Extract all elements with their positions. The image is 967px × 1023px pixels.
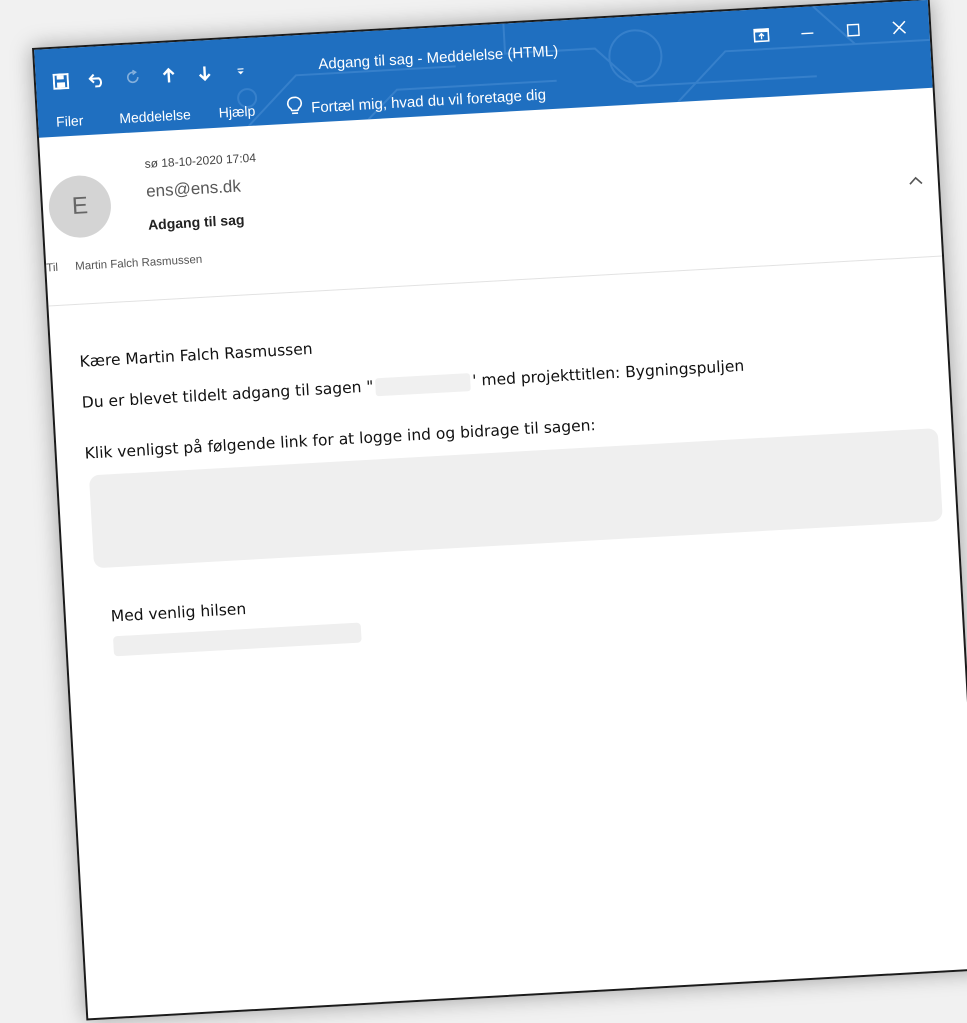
tab-hjaelp[interactable]: Hjælp: [218, 103, 255, 121]
redacted-case-name: [374, 372, 471, 396]
chevron-up-icon[interactable]: [907, 173, 928, 194]
minimize-icon[interactable]: [787, 18, 829, 48]
sender-address[interactable]: ens@ens.dk: [146, 177, 242, 202]
outlook-message-window: Adgang til sag - Meddelelse (HTML) Filer…: [32, 0, 967, 1021]
tab-meddelelse[interactable]: Meddelelse: [119, 106, 191, 126]
greeting-text: Kære Martin Falch Rasmussen: [79, 339, 313, 371]
recipient-row: Til Martin Falch Rasmussen: [46, 254, 203, 275]
access-sentence-suffix: ' med projekttitlen: Bygningspuljen: [471, 356, 745, 390]
maximize-icon[interactable]: [833, 15, 875, 45]
previous-item-icon[interactable]: [157, 64, 180, 87]
save-icon[interactable]: [49, 70, 72, 93]
redo-icon[interactable]: [121, 66, 144, 89]
ribbon-display-options-icon[interactable]: [741, 20, 783, 50]
closing-text: Med venlig hilsen: [110, 599, 247, 626]
recipient-name[interactable]: Martin Falch Rasmussen: [75, 254, 203, 273]
message-date: sø 18-10-2020 17:04: [144, 150, 257, 171]
tab-filer[interactable]: Filer: [56, 112, 84, 129]
redacted-signature: [112, 622, 362, 657]
close-icon[interactable]: [878, 12, 920, 42]
message-subject: Adgang til sag: [147, 211, 245, 233]
customize-qat-icon[interactable]: [229, 60, 252, 83]
undo-icon[interactable]: [85, 68, 108, 91]
message-body: Kære Martin Falch Rasmussen Du er blevet…: [79, 305, 943, 657]
access-sentence-prefix: Du er blevet tildelt adgang til sagen ": [81, 377, 374, 412]
sender-avatar: E: [47, 173, 113, 240]
lightbulb-icon: [287, 96, 304, 121]
next-item-icon[interactable]: [193, 62, 216, 85]
to-label: Til: [45, 261, 59, 275]
